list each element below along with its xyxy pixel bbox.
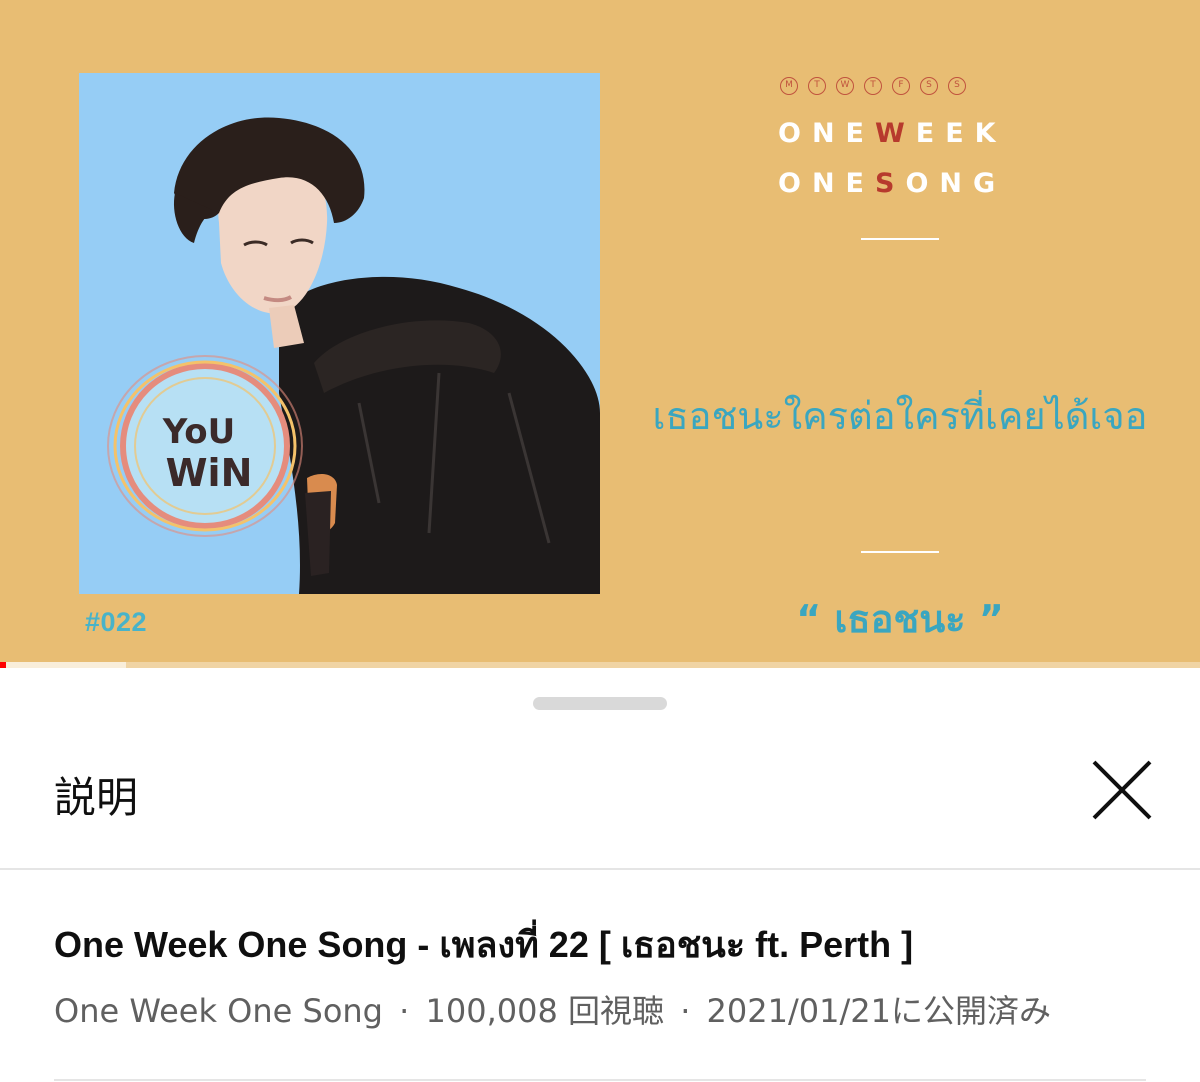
close-icon <box>1092 760 1152 820</box>
you-win-badge: YoU WiN <box>107 355 303 537</box>
weekday-circles: M T W T F S S <box>780 77 966 95</box>
logo-accent: S <box>875 168 906 199</box>
logo-one-song: ONESONG <box>778 168 1006 199</box>
logo-one-week: ONEWEEK <box>778 118 1007 149</box>
you-text: YoU <box>162 412 235 452</box>
day-circle: S <box>920 77 938 95</box>
logo-text: EEK <box>915 118 1007 149</box>
logo-accent: W <box>875 118 916 149</box>
lyric-text: เธอชนะใครต่อใครที่เคยได้เจอ <box>652 394 1148 438</box>
content-divider <box>54 1079 1146 1081</box>
episode-number: #022 <box>85 607 148 637</box>
header-divider <box>0 868 1200 870</box>
progress-played <box>0 662 6 668</box>
video-player[interactable]: YoU WiN #022 M T W T F S S ONEWEEK ONESO… <box>0 0 1200 668</box>
win-text: WiN <box>166 451 253 495</box>
song-title: “ เธอชนะ ” <box>796 597 1004 641</box>
day-circle: T <box>808 77 826 95</box>
divider-top <box>861 238 939 240</box>
meta-separator: · <box>399 992 410 1030</box>
sheet-title: 説明 <box>54 773 139 822</box>
publish-date: 2021/01/21に公開済み <box>706 992 1051 1030</box>
divider-bottom <box>861 551 939 553</box>
day-circle: S <box>948 77 966 95</box>
view-count: 100,008 回視聴 <box>425 992 665 1030</box>
album-cover-image: YoU WiN <box>79 73 600 594</box>
logo-text: ONE <box>778 118 875 149</box>
close-button[interactable] <box>1086 754 1158 826</box>
channel-name[interactable]: One Week One Song <box>54 992 383 1030</box>
day-circle: W <box>836 77 854 95</box>
video-meta: One Week One Song · 100,008 回視聴 · 2021/0… <box>54 986 1051 1032</box>
description-sheet: 説明 One Week One Song - เพลงที่ 22 [ เธอช… <box>0 668 1200 1082</box>
logo-text: ONE <box>778 168 875 199</box>
day-circle: T <box>864 77 882 95</box>
logo-text: ONG <box>905 168 1007 199</box>
meta-separator: · <box>680 992 691 1030</box>
drag-handle[interactable] <box>533 697 667 710</box>
day-circle: F <box>892 77 910 95</box>
day-circle: M <box>780 77 798 95</box>
video-title: One Week One Song - เพลงที่ 22 [ เธอชนะ … <box>54 924 914 965</box>
